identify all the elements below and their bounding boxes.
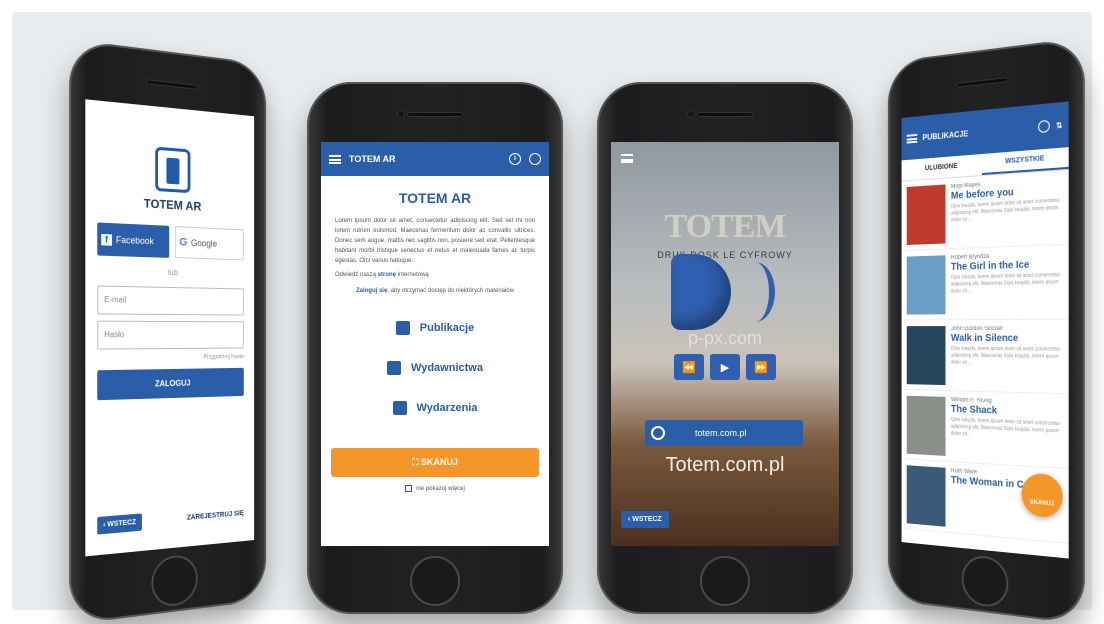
phone-speaker xyxy=(145,79,198,90)
search-icon[interactable] xyxy=(1038,119,1051,134)
login-screen: TOTEM AR f Facebook G Google lub E-mail … xyxy=(85,99,255,557)
menu-item-publishers[interactable]: Wydawnictwa xyxy=(321,348,549,388)
showcase-background: TOTEM AR f Facebook G Google lub E-mail … xyxy=(12,12,1092,624)
phone-login: TOTEM AR f Facebook G Google lub E-mail … xyxy=(69,39,267,624)
publications-screen: PUBLIKACJE ⇅ ULUBIONE WSZYSTKIE Mojo May… xyxy=(901,101,1069,559)
list-item[interactable]: Mojo Mayes Me before you Opis książki, l… xyxy=(901,169,1069,251)
media-controls: ⏪ ▶ ⏩ xyxy=(611,354,839,380)
app-title: TOTEM AR xyxy=(349,154,396,164)
globe-icon xyxy=(651,426,665,440)
main-menu: Publikacje Wydawnictwa Wydarzenia xyxy=(321,308,549,428)
list-item[interactable]: William P. Young The Shack Opis książki,… xyxy=(901,389,1069,470)
watermark: p-px.com xyxy=(687,328,763,348)
intro-text: Lorem ipsum dolor sit amet, consectetur … xyxy=(335,218,535,264)
google-login-button[interactable]: G Google xyxy=(174,226,244,261)
info-icon[interactable]: i xyxy=(509,153,521,165)
website-link[interactable]: stronę xyxy=(378,272,396,278)
page-title: PUBLIKACJE xyxy=(922,128,969,142)
book-cover xyxy=(906,326,946,386)
visit-note: Odwiedź naszą stronę internetową xyxy=(335,272,429,278)
back-button[interactable]: ‹ WSTECZ xyxy=(97,513,142,535)
forgot-password-link[interactable]: Przypomnij hasło xyxy=(97,354,243,362)
logo-subtitle: DRUK DOSK LE CYFROWY xyxy=(657,250,793,260)
home-screen: TOTEM AR i TOTEM AR Lorem ipsum dolor si… xyxy=(321,142,549,546)
book-icon xyxy=(387,361,402,375)
book-cover xyxy=(906,184,946,246)
app-logo-icon xyxy=(155,146,191,194)
speaker-icon xyxy=(671,254,731,330)
phone-speaker xyxy=(407,112,463,117)
brand-name: TOTEM AR xyxy=(143,196,202,214)
phone-camera xyxy=(397,110,405,118)
book-cover xyxy=(906,255,946,315)
register-link[interactable]: ZAREJESTRUJ SIĘ xyxy=(187,510,244,522)
sound-waves-icon xyxy=(735,262,775,322)
fast-forward-button[interactable]: ⏩ xyxy=(746,354,776,380)
phone-speaker xyxy=(956,77,1009,88)
sort-icon[interactable]: ⇅ xyxy=(1056,120,1063,130)
calendar-icon xyxy=(392,401,407,415)
home-button xyxy=(151,553,198,609)
book-cover xyxy=(906,465,946,527)
login-link[interactable]: Zaloguj się xyxy=(356,288,387,294)
dont-show-again[interactable]: nie pokazuj więcej xyxy=(321,485,549,492)
checkbox[interactable] xyxy=(405,485,413,492)
menu-icon[interactable] xyxy=(621,154,633,163)
phone-camera xyxy=(687,110,695,118)
back-button[interactable]: ‹ WSTECZ xyxy=(621,511,669,528)
phone-publications: PUBLIKACJE ⇅ ULUBIONE WSZYSTKIE Mojo May… xyxy=(887,37,1085,624)
divider-label: lub xyxy=(167,267,178,278)
list-item[interactable]: Robert Bryndza The Girl in the Ice Opis … xyxy=(901,244,1069,321)
login-note: Zaloguj się, aby otrzymać dostęp do niek… xyxy=(355,288,515,294)
top-bar: TOTEM AR i xyxy=(321,142,549,176)
list-item[interactable]: John Gordon Sinclair Walk in Silence Opi… xyxy=(901,319,1069,395)
menu-icon[interactable] xyxy=(906,133,918,144)
menu-icon[interactable] xyxy=(329,154,341,164)
password-field[interactable]: Hasło xyxy=(97,320,244,350)
google-icon: G xyxy=(179,236,188,249)
email-field[interactable]: E-mail xyxy=(97,285,244,316)
home-button xyxy=(961,553,1009,610)
rewind-button[interactable]: ⏪ xyxy=(674,354,704,380)
website-button[interactable]: totem.com.pl xyxy=(645,420,803,446)
phone-home: TOTEM AR i TOTEM AR Lorem ipsum dolor si… xyxy=(307,82,563,614)
phone-player: TOTEM DRUK DOSK LE CYFROWY p-px.com ⏪ ▶ … xyxy=(597,82,853,614)
website-overlay-text: Totem.com.pl xyxy=(665,454,785,476)
player-screen: TOTEM DRUK DOSK LE CYFROWY p-px.com ⏪ ▶ … xyxy=(611,142,839,546)
totem-logo: TOTEM xyxy=(664,208,787,245)
menu-item-events[interactable]: Wydarzenia xyxy=(321,388,549,428)
facebook-icon: f xyxy=(101,233,113,246)
home-button xyxy=(410,556,460,606)
search-icon[interactable] xyxy=(529,153,541,165)
phone-speaker xyxy=(697,112,753,117)
book-open-icon xyxy=(395,321,410,335)
book-cover xyxy=(906,395,946,456)
facebook-login-button[interactable]: f Facebook xyxy=(97,222,170,258)
page-title: TOTEM AR xyxy=(398,190,472,206)
menu-item-publications[interactable]: Publikacje xyxy=(321,308,549,348)
home-button xyxy=(700,556,750,606)
play-button[interactable]: ▶ xyxy=(710,354,740,380)
scan-button[interactable]: ⛶ SKANUJ xyxy=(331,448,539,477)
login-button[interactable]: ZALOGUJ xyxy=(97,367,244,401)
